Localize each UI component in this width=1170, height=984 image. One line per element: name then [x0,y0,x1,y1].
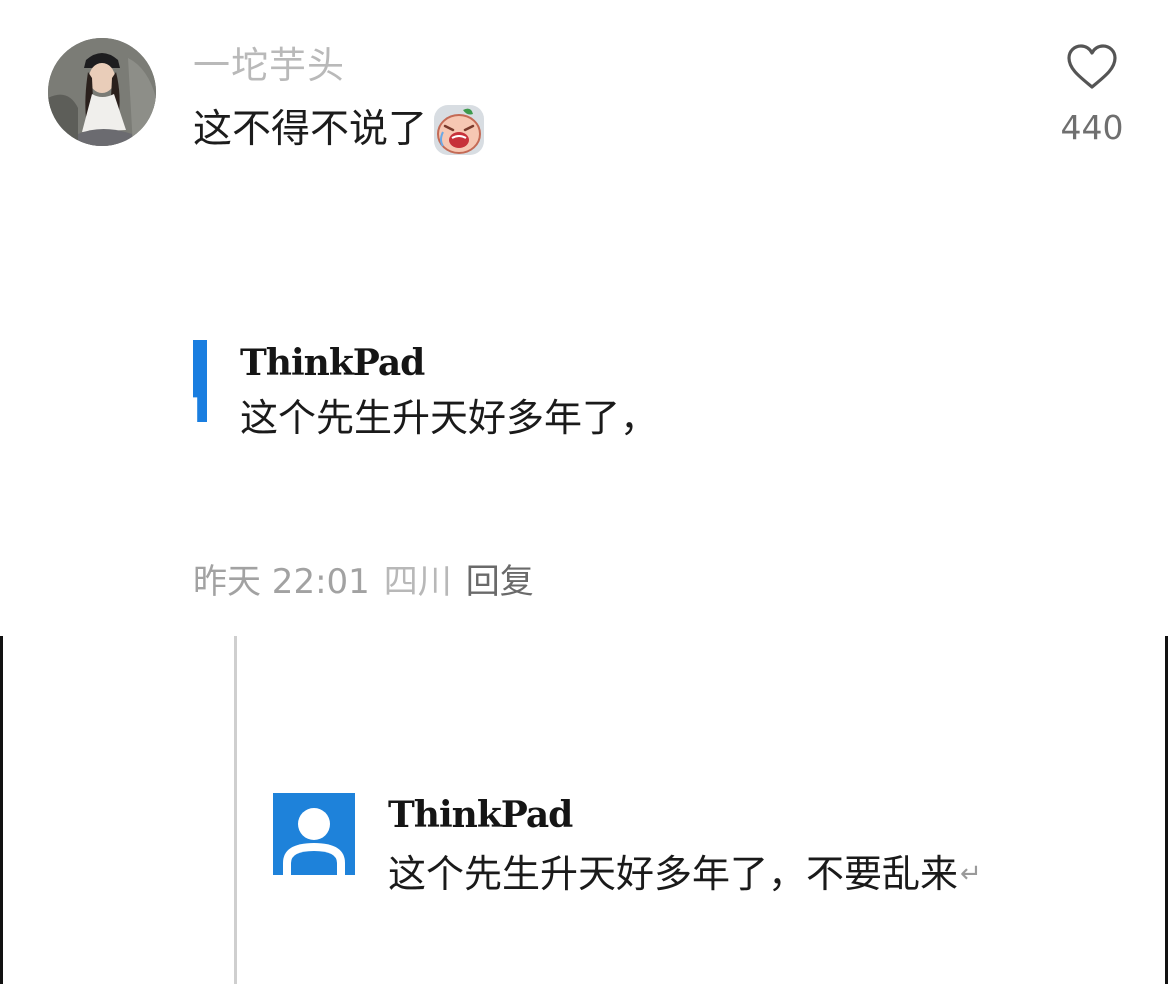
quote-accent-bar [193,340,207,422]
doc-comment-author: ThinkPad [388,794,573,836]
quote-author: ThinkPad [240,342,425,384]
crying-face-emoji-icon [433,104,485,156]
doc-comment-text: 这个先生升天好多年了，不要乱来 [388,852,959,896]
username[interactable]: 一坨芋头 [193,38,345,94]
comment-text: 这不得不说了 [193,107,428,152]
user-avatar[interactable] [48,38,156,146]
heart-outline-icon[interactable] [1064,40,1120,96]
reply-button[interactable]: 回复 [466,557,534,607]
doc-border-left [0,636,3,984]
comment-meta: 昨天 22:01 四川 回复 [193,557,534,607]
comment-page: 一坨芋头 这不得不说了 440 ThinkPad 这个先生升天好多年了， 昨天 … [0,0,1170,984]
return-mark-icon: ↵ [960,859,982,889]
quote-text: 这个先生升天好多年了， [240,396,659,440]
comment-body: 这不得不说了 [193,102,485,158]
doc-border-right [1165,636,1168,984]
doc-margin-line [234,636,237,984]
default-user-icon [273,793,355,875]
comment-location: 四川 [383,562,452,602]
doc-comment-body: 这个先生升天好多年了，不要乱来 ↵ [388,846,982,902]
like-count: 440 [1060,108,1124,147]
comment-time: 昨天 22:01 [193,562,370,602]
